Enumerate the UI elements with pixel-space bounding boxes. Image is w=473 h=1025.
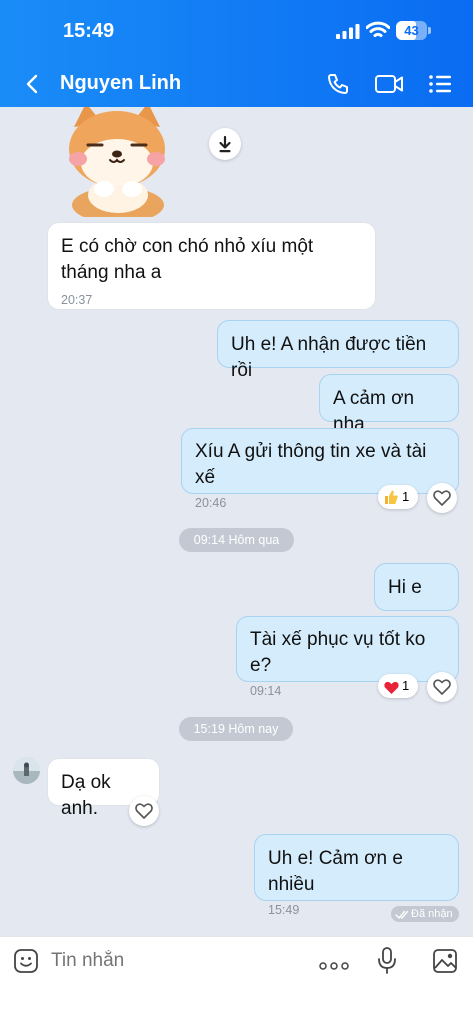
emoji-icon[interactable]: [13, 948, 39, 974]
heart-icon[interactable]: [427, 483, 457, 513]
phone-icon[interactable]: [326, 72, 350, 96]
message-text: E có chờ con chó nhỏ xíu một tháng nha a: [61, 236, 314, 283]
heart-icon[interactable]: [129, 796, 159, 826]
date-separator: 15:19 Hôm nay: [179, 717, 293, 741]
back-icon[interactable]: [24, 74, 40, 94]
battery-level: 43: [404, 23, 419, 38]
video-call-icon[interactable]: [374, 72, 404, 96]
message-outgoing[interactable]: Xíu A gửi thông tin xe và tài xế 20:46: [181, 428, 459, 510]
read-status: Đã nhận: [411, 908, 453, 920]
read-receipt: Đã nhận: [391, 906, 459, 922]
image-icon[interactable]: [432, 948, 458, 974]
message-list[interactable]: E có chờ con chó nhỏ xíu một tháng nha a…: [0, 107, 473, 936]
microphone-icon[interactable]: [377, 947, 397, 975]
check-icon: [395, 909, 409, 919]
message-outgoing[interactable]: Uh e! A nhận được tiền rồi: [217, 320, 459, 381]
download-icon[interactable]: [209, 128, 241, 160]
input-bar: [0, 936, 473, 1025]
message-text: Xíu A gửi thông tin xe và tài xế: [195, 441, 427, 488]
message-time: 20:37: [61, 293, 93, 307]
sticker-shiba-image[interactable]: [56, 107, 178, 223]
signal-icon: [336, 23, 360, 39]
more-icon[interactable]: [319, 957, 349, 970]
contact-name[interactable]: Nguyen Linh: [60, 72, 181, 95]
menu-icon[interactable]: [428, 73, 452, 95]
reaction-badge[interactable]: 1: [378, 674, 418, 698]
chat-header: 15:49 43 Nguyen Linh: [0, 0, 473, 107]
message-outgoing[interactable]: Uh e! Cảm ơn e nhiều 15:49: [254, 834, 459, 917]
thumbs-up-icon: [384, 489, 398, 505]
message-text: Hi e: [388, 577, 422, 598]
reaction-count: 1: [402, 678, 410, 693]
reaction-count: 1: [402, 489, 410, 504]
wifi-icon: [365, 21, 391, 40]
avatar[interactable]: [13, 757, 40, 784]
red-heart-icon: [384, 679, 399, 694]
message-text: Dạ ok anh.: [61, 772, 111, 819]
message-text: Uh e! Cảm ơn e nhiều: [268, 848, 403, 895]
message-outgoing[interactable]: Hi e: [374, 563, 459, 611]
reaction-badge[interactable]: 1: [378, 485, 418, 509]
message-outgoing[interactable]: A cảm ơn nha: [319, 374, 459, 435]
message-text: Tài xế phục vụ tốt ko e?: [250, 629, 426, 676]
battery-icon: 43: [396, 21, 432, 40]
date-separator: 09:14 Hôm qua: [179, 528, 294, 552]
message-outgoing[interactable]: Tài xế phục vụ tốt ko e? 09:14: [236, 616, 459, 698]
message-input[interactable]: [51, 947, 301, 975]
heart-icon[interactable]: [427, 672, 457, 702]
message-incoming[interactable]: E có chờ con chó nhỏ xíu một tháng nha a…: [47, 222, 376, 310]
status-time: 15:49: [63, 20, 115, 42]
